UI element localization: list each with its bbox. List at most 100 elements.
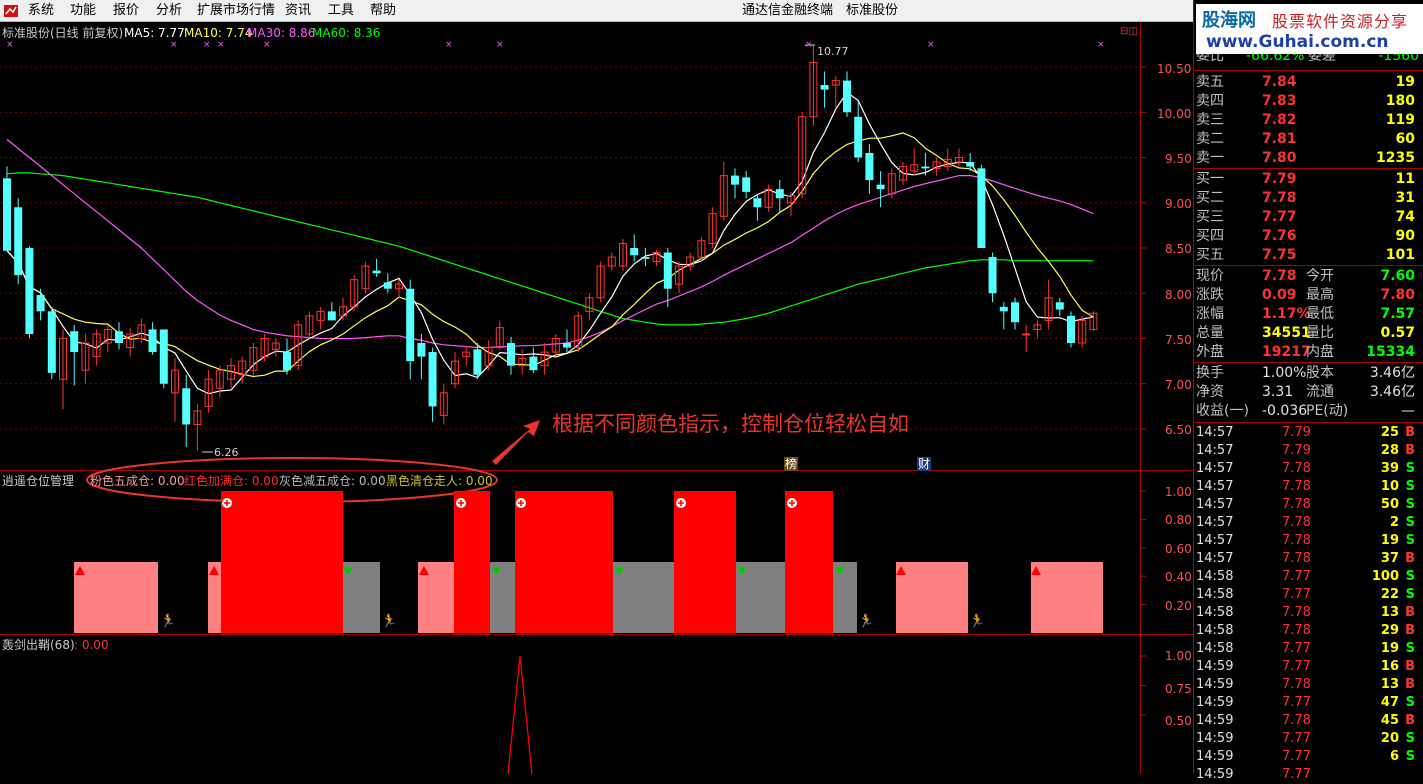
ask-row[interactable]: 卖三 7.82 119 — [1196, 111, 1423, 130]
tick-row[interactable]: 14:58 7.78 29 B — [1196, 622, 1423, 640]
bid-row[interactable]: 买三 7.77 74 — [1196, 208, 1423, 227]
tick-row[interactable]: 14:57 7.79 25 B — [1196, 424, 1423, 442]
tick-volume: 50 — [1380, 497, 1399, 512]
chart-canvas[interactable]: × × × × × × × × × × 🏃 🏃 🏃 🏃 — [0, 22, 1193, 774]
candle-body-down — [115, 331, 123, 344]
banner-brand: 股海网 — [1202, 10, 1256, 31]
menu-analysis[interactable]: 分析 — [156, 3, 182, 19]
signal-cross-marker: × — [445, 40, 453, 50]
candle-body-down — [1011, 302, 1019, 323]
stat-value: 7.57 — [1380, 306, 1415, 322]
ask-label: 卖一 — [1196, 150, 1224, 166]
tick-row[interactable]: 14:57 7.78 10 S — [1196, 478, 1423, 496]
price-axis-label: 8.00 — [1165, 288, 1192, 302]
candle-body-down — [3, 178, 11, 251]
tick-row[interactable]: 14:57 7.78 50 S — [1196, 496, 1423, 514]
ask-label: 卖四 — [1196, 93, 1224, 109]
main-chart-title: 标准股份(日线 前复权) — [2, 26, 124, 40]
high-price-marker: 10.77 — [817, 45, 849, 58]
price-axis-label: 8.50 — [1165, 242, 1192, 256]
tick-row[interactable]: 14:59 7.77 6 S — [1196, 748, 1423, 766]
tick-volume: 2 — [1389, 515, 1399, 530]
tick-row[interactable]: 14:59 7.78 13 B — [1196, 676, 1423, 694]
ask-row[interactable]: 卖一 7.80 1235 — [1196, 149, 1423, 168]
chart-area[interactable]: × × × × × × × × × × 🏃 🏃 🏃 🏃 标准股份(日线 前复权) MA5: 7.77 MA… — [0, 22, 1193, 774]
tick-time: 14:58 — [1196, 641, 1234, 656]
tick-price: 7.77 — [1282, 659, 1311, 674]
tick-row[interactable]: 14:57 7.79 28 B — [1196, 442, 1423, 460]
order-ratio-label: 委比 — [1196, 54, 1224, 64]
order-diff-value: -1560 — [1378, 54, 1419, 64]
tick-row[interactable]: 14:59 7.78 45 B — [1196, 712, 1423, 730]
menu-function[interactable]: 功能 — [70, 3, 96, 19]
event-tag-finance[interactable]: 财 — [917, 457, 932, 471]
annotation-callout: 根据不同颜色指示，控制仓位轻松自如 — [552, 412, 909, 436]
exit-runner-icon: 🏃 — [969, 613, 985, 629]
tick-row[interactable]: 14:58 7.78 13 B — [1196, 604, 1423, 622]
bid-row[interactable]: 买一 7.79 11 — [1196, 170, 1423, 189]
order-diff-label: 委差 — [1308, 54, 1336, 64]
tick-row[interactable]: 14:59 7.77 47 S — [1196, 694, 1423, 712]
stat-label: 涨幅 — [1196, 306, 1224, 322]
tick-row[interactable]: 14:59 7.77 — [1196, 766, 1423, 784]
chart-window-controls[interactable]: ⊟◫ — [1120, 25, 1138, 39]
bid-row[interactable]: 买五 7.75 101 — [1196, 246, 1423, 265]
axis-divider — [1140, 22, 1141, 774]
bid-row[interactable]: 买二 7.78 31 — [1196, 189, 1423, 208]
menu-tools[interactable]: 工具 — [328, 3, 354, 19]
ask-price: 7.81 — [1262, 131, 1297, 147]
tick-price: 7.78 — [1282, 461, 1311, 476]
tick-side: S — [1405, 533, 1415, 548]
tick-row[interactable]: 14:58 7.77 100 S — [1196, 568, 1423, 586]
tick-row[interactable]: 14:58 7.77 19 S — [1196, 640, 1423, 658]
app-logo-icon[interactable] — [3, 3, 19, 19]
fund-label: 流通 — [1306, 384, 1334, 400]
pane-divider — [0, 634, 1193, 635]
signal-cross-marker: × — [170, 40, 178, 50]
menu-quote[interactable]: 报价 — [113, 3, 139, 19]
tick-row[interactable]: 14:58 7.77 22 S — [1196, 586, 1423, 604]
menu-news[interactable]: 资讯 — [285, 3, 311, 19]
menu-system[interactable]: 系统 — [28, 3, 54, 19]
fund-label: 净资 — [1196, 384, 1224, 400]
exit-runner-icon: 🏃 — [381, 613, 397, 629]
candle-body-down — [999, 306, 1008, 312]
position-block-red — [785, 491, 833, 633]
candle-body-down — [563, 343, 571, 348]
ask-row[interactable]: 卖四 7.83 180 — [1196, 92, 1423, 111]
stat-row: 现价 7.78 今开 7.60 — [1196, 267, 1423, 286]
tick-price: 7.77 — [1282, 749, 1311, 764]
tick-time: 14:58 — [1196, 587, 1234, 602]
fund-row: 收益(一) -0.036 PE(动) — — [1196, 402, 1423, 421]
tick-row[interactable]: 14:57 7.78 19 S — [1196, 532, 1423, 550]
tick-volume: 19 — [1380, 641, 1399, 656]
ask-price: 7.84 — [1262, 74, 1297, 90]
tick-row[interactable]: 14:57 7.78 39 S — [1196, 460, 1423, 478]
tick-row[interactable]: 14:57 7.78 2 S — [1196, 514, 1423, 532]
ask-volume: 180 — [1385, 93, 1415, 109]
ask-row[interactable]: 卖二 7.81 60 — [1196, 130, 1423, 149]
tick-volume: 20 — [1380, 731, 1399, 746]
tick-row[interactable]: 14:59 7.77 20 S — [1196, 730, 1423, 748]
candle-body-down — [742, 177, 751, 192]
ask-volume: 119 — [1385, 112, 1415, 128]
menu-extended-market[interactable]: 扩展市场行情 — [197, 3, 275, 19]
tick-row[interactable]: 14:59 7.77 16 B — [1196, 658, 1423, 676]
tick-time: 14:59 — [1196, 767, 1234, 782]
tick-price: 7.78 — [1282, 677, 1311, 692]
candle-body-down — [977, 168, 986, 248]
bid-row[interactable]: 买四 7.76 90 — [1196, 227, 1423, 246]
tick-row[interactable]: 14:57 7.78 37 B — [1196, 550, 1423, 568]
event-tag-rank[interactable]: 榜 — [784, 457, 799, 471]
banner-url: www.Guhai.com.cn — [1206, 32, 1389, 52]
candle-body-down — [663, 252, 672, 289]
candle-body-down — [70, 331, 79, 353]
ma10-label: MA10: 7.74 — [184, 26, 253, 40]
menu-help[interactable]: 帮助 — [370, 3, 396, 19]
indicator1-axis-label: 0.60 — [1165, 542, 1192, 556]
divider — [1194, 265, 1423, 266]
bid-volume: 74 — [1395, 209, 1415, 225]
signal-cross-marker: × — [6, 40, 14, 50]
tick-side: B — [1405, 605, 1415, 620]
ask-row[interactable]: 卖五 7.84 19 — [1196, 73, 1423, 92]
